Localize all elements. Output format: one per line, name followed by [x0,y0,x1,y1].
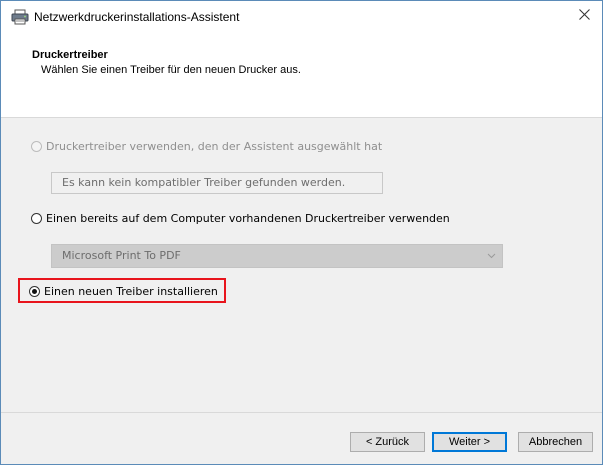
radio-existing-driver-label: Einen bereits auf dem Computer vorhanden… [46,212,450,225]
radio-button[interactable] [31,141,42,152]
title-bar: Netzwerkdruckerinstallations-Assistent [1,1,602,31]
back-button[interactable]: < Zurück [350,432,425,452]
page-title: Druckertreiber [32,49,108,61]
existing-driver-dropdown[interactable]: Microsoft Print To PDF [51,244,503,268]
wizard-header: Druckertreiber Wählen Sie einen Treiber … [1,31,602,117]
existing-driver-dropdown-value: Microsoft Print To PDF [62,249,181,262]
cancel-button[interactable]: Abbrechen [518,432,593,452]
next-button-label: Weiter > [448,436,491,448]
radio-existing-driver[interactable]: Einen bereits auf dem Computer vorhanden… [31,212,450,225]
cancel-button-label: Abbrechen [528,436,583,448]
printer-icon [11,9,29,25]
driver-info-text: Es kann kein kompatibler Treiber gefunde… [62,176,346,189]
page-subtitle: Wählen Sie einen Treiber für den neuen D… [41,64,301,76]
close-icon [578,7,590,25]
radio-button[interactable] [31,213,42,224]
radio-wizard-driver-label: Druckertreiber verwenden, den der Assist… [46,140,383,153]
close-button[interactable] [567,1,601,31]
window-title: Netzwerkdruckerinstallations-Assistent [34,10,240,24]
wizard-footer [1,413,602,464]
highlight-box [18,278,226,303]
chevron-down-icon [487,245,496,275]
wizard-window: Netzwerkdruckerinstallations-Assistent D… [0,0,603,465]
back-button-label: < Zurück [365,436,410,448]
driver-info-box: Es kann kein kompatibler Treiber gefunde… [51,172,383,194]
radio-wizard-driver[interactable]: Druckertreiber verwenden, den der Assist… [31,140,382,153]
next-button[interactable]: Weiter > [432,432,507,452]
